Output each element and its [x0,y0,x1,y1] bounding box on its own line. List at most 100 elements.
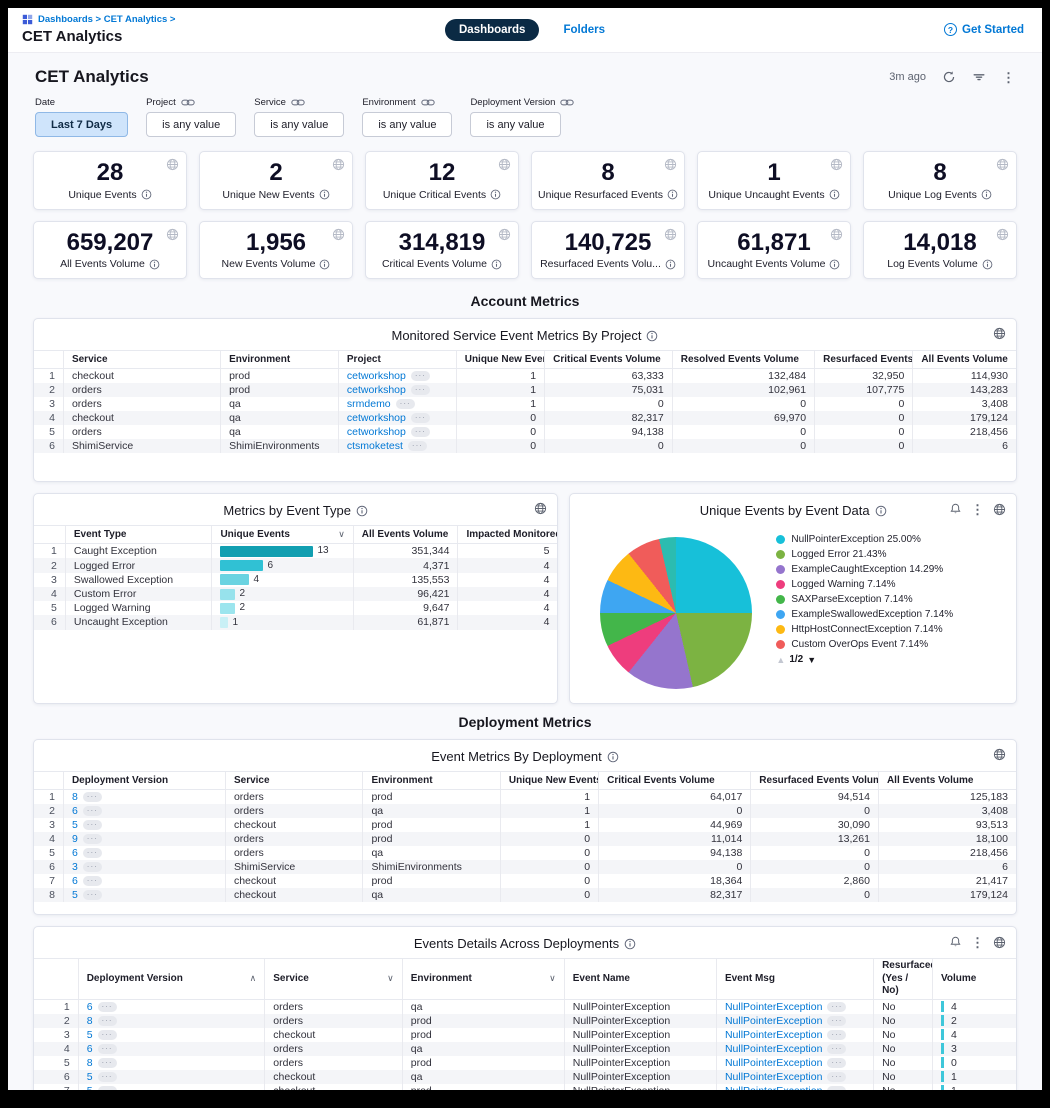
tab-folders[interactable]: Folders [563,24,605,36]
deployment-version-link[interactable]: 3··· [63,860,225,874]
info-icon[interactable] [982,259,993,270]
col-deployment-version[interactable]: Deployment Version [63,772,225,790]
deployment-version-link[interactable]: 9··· [63,832,225,846]
globe-icon[interactable] [332,228,345,241]
legend-item[interactable]: HttpHostConnectException 7.14% [776,623,966,636]
deployment-version-filter-chip[interactable]: is any value [470,112,560,137]
col-all-volume[interactable]: All Events Volume [913,351,1016,369]
col-unique-new-events[interactable]: Unique New Events∨ [500,772,598,790]
info-icon[interactable] [607,751,619,763]
deployment-version-link[interactable]: 6··· [78,1042,265,1056]
col-environment[interactable]: Environment∨ [402,959,564,1000]
tab-dashboards[interactable]: Dashboards [445,19,539,41]
legend-prev-icon[interactable]: ▲ [776,655,785,665]
legend-item[interactable]: ExampleSwallowedException 7.14% [776,608,966,621]
info-icon[interactable] [875,505,887,517]
sort-desc-icon[interactable]: ∨ [387,973,394,984]
more-icon[interactable]: ··· [411,413,430,423]
more-icon[interactable]: ··· [408,441,427,451]
globe-icon[interactable] [993,748,1006,761]
more-icon[interactable]: ··· [98,1086,117,1090]
more-icon[interactable]: ··· [411,385,430,395]
more-icon[interactable]: ··· [83,848,102,858]
globe-icon[interactable] [993,503,1006,516]
bell-icon[interactable] [949,502,962,516]
event-msg-link[interactable]: NullPointerException··· [716,1070,873,1084]
info-icon[interactable] [667,189,678,200]
deployment-version-link[interactable]: 6··· [78,999,265,1014]
more-icon[interactable]: ··· [83,834,102,844]
more-icon[interactable]: ··· [827,1044,846,1054]
globe-icon[interactable] [166,228,179,241]
filter-icon[interactable] [972,70,986,84]
more-icon[interactable]: ··· [827,1016,846,1026]
more-icon[interactable]: ··· [98,1016,117,1026]
more-icon[interactable]: ··· [83,862,102,872]
info-icon[interactable] [646,330,658,342]
project-link[interactable]: cetworkshop··· [338,425,456,439]
col-all-volume[interactable]: All Events Volume [353,526,458,544]
project-link[interactable]: cetworkshop··· [338,411,456,425]
event-msg-link[interactable]: NullPointerException··· [716,1028,873,1042]
legend-item[interactable]: Logged Warning 7.14% [776,578,966,591]
col-resurfaced-volume[interactable]: Resurfaced Events Volume [815,351,913,369]
col-environment[interactable]: Environment [363,772,500,790]
globe-icon[interactable] [534,502,547,515]
col-all-volume[interactable]: All Events Volume [878,772,1016,790]
deployment-version-link[interactable]: 6··· [63,804,225,818]
sort-desc-icon[interactable]: ∨ [338,529,345,540]
kebab-menu-icon[interactable]: ⋮ [1002,71,1015,84]
more-icon[interactable]: ··· [827,1030,846,1040]
more-icon[interactable]: ··· [827,1058,846,1068]
globe-icon[interactable] [830,158,843,171]
col-resurfaced[interactable]: Resurfaced(Yes / No) [874,959,933,1000]
col-unique-events[interactable]: Unique Events∨ [212,526,353,544]
deployment-version-link[interactable]: 6··· [63,874,225,888]
globe-icon[interactable] [664,158,677,171]
col-event-name[interactable]: Event Name [564,959,716,1000]
col-unique-new[interactable]: Unique New Ever∨ [456,351,544,369]
legend-item[interactable]: Logged Error 21.43% [776,548,966,561]
bell-icon[interactable] [949,935,962,949]
globe-icon[interactable] [664,228,677,241]
info-icon[interactable] [356,505,368,517]
info-icon[interactable] [491,259,502,270]
info-icon[interactable] [981,189,992,200]
more-icon[interactable]: ··· [83,890,102,900]
deployment-version-link[interactable]: 8··· [78,1056,265,1070]
more-icon[interactable]: ··· [83,820,102,830]
sort-asc-icon[interactable]: ∧ [250,973,257,984]
legend-item[interactable]: ExampleCaughtException 14.29% [776,563,966,576]
col-environment[interactable]: Environment [221,351,339,369]
more-icon[interactable]: ··· [98,1030,117,1040]
legend-item[interactable]: NullPointerException 25.00% [776,533,966,546]
more-icon[interactable]: ··· [411,427,430,437]
globe-icon[interactable] [332,158,345,171]
col-critical-volume[interactable]: Critical Events Volume [599,772,751,790]
deployment-version-link[interactable]: 5··· [63,888,225,902]
legend-item[interactable]: SAXParseException 7.14% [776,593,966,606]
info-icon[interactable] [490,189,501,200]
date-filter-chip[interactable]: Last 7 Days [35,112,128,137]
deployment-version-link[interactable]: 5··· [78,1084,265,1090]
globe-icon[interactable] [996,158,1009,171]
more-icon[interactable]: ··· [827,1072,846,1082]
info-icon[interactable] [665,259,676,270]
project-link[interactable]: srmdemo··· [338,397,456,411]
info-icon[interactable] [829,189,840,200]
more-icon[interactable]: ··· [98,1002,117,1012]
legend-item[interactable]: Custom OverOps Event 7.14% [776,638,966,651]
sort-desc-icon[interactable]: ∨ [549,973,556,984]
pie-chart[interactable] [600,537,752,689]
globe-icon[interactable] [993,936,1006,949]
service-filter-chip[interactable]: is any value [254,112,344,137]
globe-icon[interactable] [498,158,511,171]
event-msg-link[interactable]: NullPointerException··· [716,999,873,1014]
environment-filter-chip[interactable]: is any value [362,112,452,137]
deployment-version-link[interactable]: 8··· [63,790,225,805]
globe-icon[interactable] [166,158,179,171]
event-msg-link[interactable]: NullPointerException··· [716,1042,873,1056]
info-icon[interactable] [319,189,330,200]
deployment-version-link[interactable]: 8··· [78,1014,265,1028]
project-link[interactable]: cetworkshop··· [338,383,456,397]
